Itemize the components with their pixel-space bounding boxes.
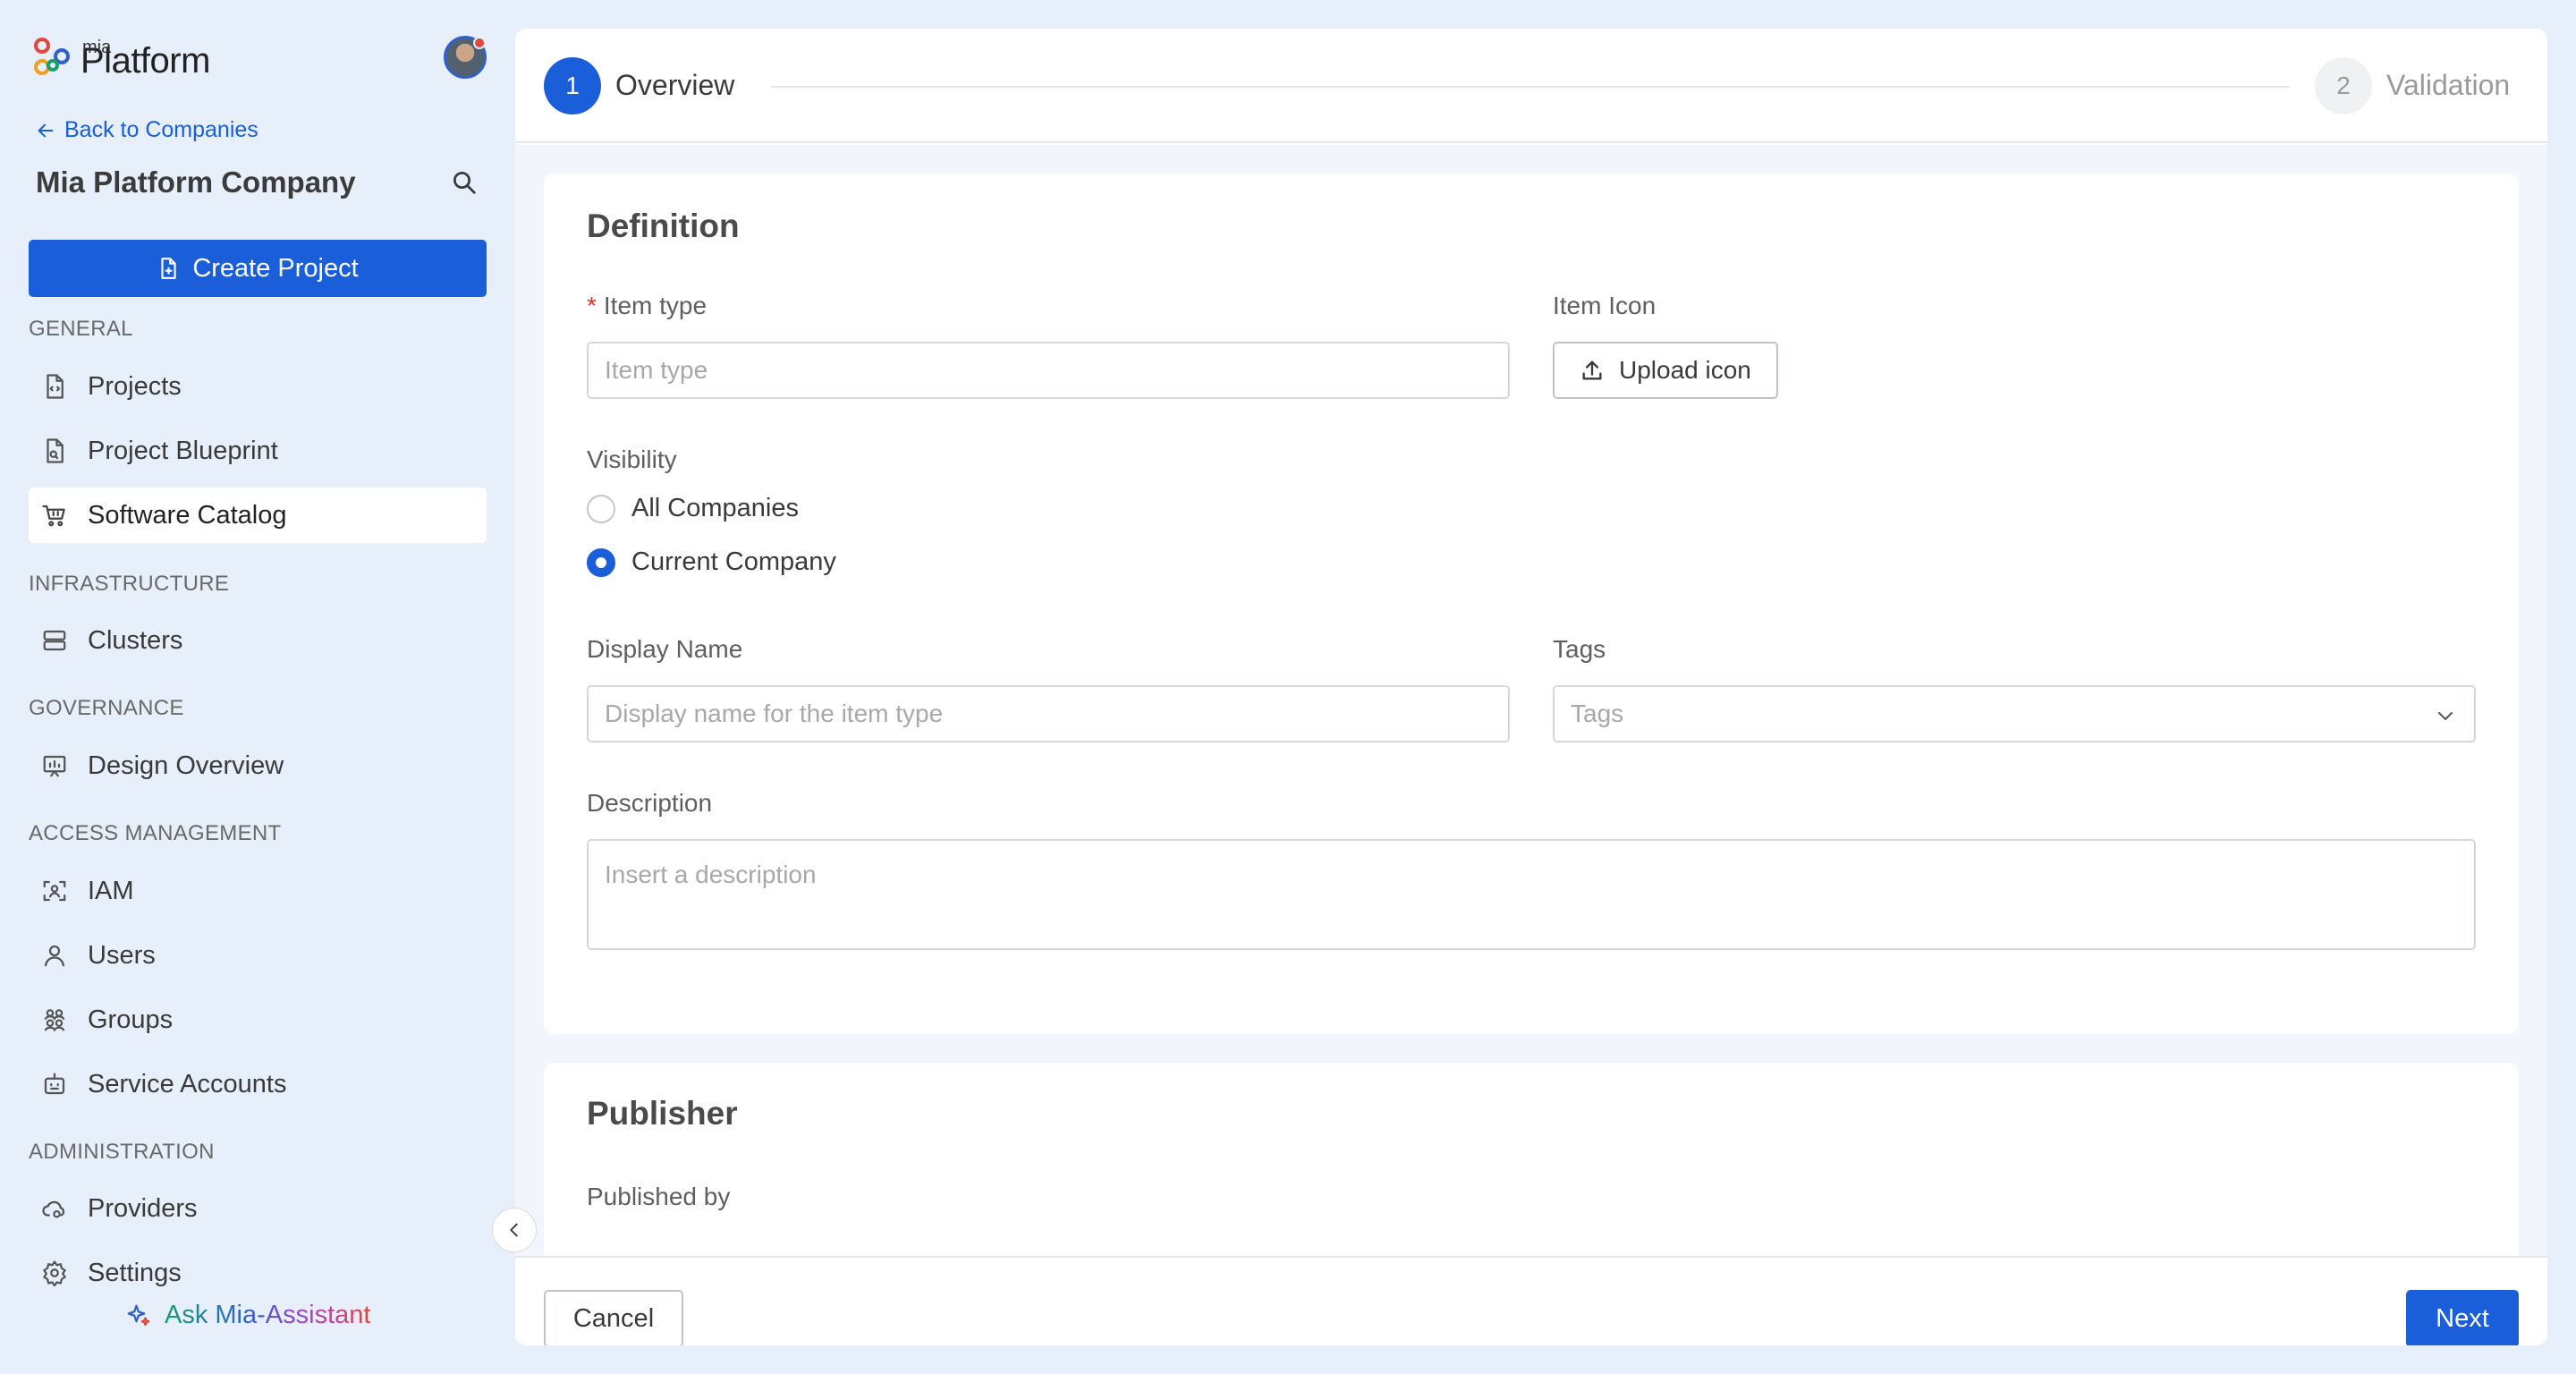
main-panel: 1 Overview 2 Validation Definition * Item… (515, 29, 2547, 1345)
nav-label: Design Overview (88, 751, 284, 780)
chevron-down-icon (2438, 712, 2453, 720)
group-icon (44, 1009, 65, 1032)
sidebar-item-iam[interactable]: IAM (29, 863, 487, 919)
step-1-circle: 1 (544, 57, 601, 114)
sidebar: mia Platform Back to Companies Mia Platf… (0, 0, 513, 1374)
radio-all-companies[interactable]: All Companies (587, 494, 799, 523)
nav-label: Clusters (88, 625, 183, 655)
radio-checked[interactable] (587, 547, 615, 577)
sidebar-item-providers[interactable]: Providers (29, 1181, 487, 1236)
sidebar-item-project-blueprint[interactable]: Project Blueprint (29, 423, 487, 479)
publisher-title: Publisher (587, 1095, 738, 1132)
chevron-left-icon (510, 1223, 518, 1237)
visibility-label: Visibility (587, 445, 677, 473)
radio-current-company[interactable]: Current Company (587, 547, 836, 577)
item-type-label: * Item type (587, 292, 708, 319)
user-avatar[interactable] (444, 36, 487, 79)
create-project-label: Create Project (192, 253, 359, 283)
cloud-gear-icon (42, 1200, 65, 1218)
server-icon (43, 630, 66, 651)
collapse-sidebar-button[interactable] (492, 1208, 537, 1252)
nav-label: Projects (88, 371, 182, 401)
notification-dot (473, 37, 486, 49)
description-label: Description (587, 789, 713, 817)
nav-label: Providers (88, 1193, 198, 1223)
logo-small-text: mia (82, 38, 112, 57)
face-scan-icon (43, 880, 66, 902)
sidebar-item-projects[interactable]: Projects (29, 359, 487, 414)
back-to-companies-link[interactable]: Back to Companies (36, 117, 258, 143)
display-name-label: Display Name (587, 635, 743, 663)
form-content[interactable]: Definition * Item type Item type Item Ico… (515, 145, 2547, 1256)
robot-icon (44, 1073, 65, 1095)
cart-icon (42, 505, 65, 527)
upload-icon-button[interactable]: Upload icon (1553, 342, 1778, 399)
required-asterisk: * (587, 292, 597, 319)
nav-label: Settings (88, 1258, 182, 1287)
presentation-chart-icon (43, 755, 66, 777)
user-icon (44, 945, 65, 967)
gear-icon (43, 1260, 66, 1286)
section-governance: GOVERNANCE (29, 696, 184, 720)
nav-label: IAM (88, 876, 134, 905)
radio-label: All Companies (631, 494, 799, 522)
section-general: GENERAL (29, 317, 133, 341)
radio-label: Current Company (631, 547, 836, 576)
definition-title: Definition (587, 208, 740, 244)
sidebar-item-design-overview[interactable]: Design Overview (29, 738, 487, 793)
sidebar-item-groups[interactable]: Groups (29, 992, 487, 1047)
code-file-icon (47, 374, 64, 399)
ask-mia-assistant-button[interactable]: Ask Mia-Assistant (125, 1301, 370, 1330)
search-icon[interactable] (451, 169, 478, 196)
step-connector (771, 86, 2290, 88)
nav-label: Groups (88, 1005, 174, 1034)
stepper: 1 Overview 2 Validation (515, 29, 2547, 143)
sidebar-item-software-catalog[interactable]: Software Catalog (29, 488, 487, 543)
tags-label: Tags (1553, 635, 1606, 663)
definition-card: Definition * Item type Item type Item Ico… (544, 174, 2519, 1034)
ask-assistant-label: Ask Mia-Assistant (165, 1301, 371, 1329)
tags-placeholder: Tags (1571, 700, 1624, 727)
nav-label: Software Catalog (88, 500, 287, 530)
sparkle-icon (127, 1304, 150, 1326)
next-button[interactable]: Next (2406, 1290, 2519, 1345)
mia-platform-logo[interactable]: mia Platform (34, 36, 210, 79)
cancel-button[interactable]: Cancel (544, 1290, 683, 1345)
upload-icon-label: Upload icon (1619, 356, 1751, 384)
sidebar-item-clusters[interactable]: Clusters (29, 613, 487, 668)
section-access-management: ACCESS MANAGEMENT (29, 821, 282, 845)
step-1-label: Overview (615, 69, 735, 101)
company-name: Mia Platform Company (36, 165, 356, 199)
upload-icon (1582, 360, 1602, 380)
nav-label: Service Accounts (88, 1069, 287, 1098)
create-project-button[interactable]: Create Project (29, 240, 487, 297)
sidebar-item-users[interactable]: Users (29, 928, 487, 983)
blueprint-file-icon (47, 438, 64, 463)
sidebar-item-settings[interactable]: Settings (29, 1245, 487, 1301)
logo-icon (34, 36, 73, 79)
item-type-input[interactable]: Item type (587, 342, 1510, 399)
radio-unchecked[interactable] (587, 494, 615, 523)
back-link-label: Back to Companies (64, 117, 258, 142)
file-add-icon (161, 258, 176, 279)
nav-label: Users (88, 940, 156, 970)
arrow-left-icon (38, 123, 54, 137)
section-infrastructure: INFRASTRUCTURE (29, 572, 230, 596)
step-2-circle: 2 (2315, 57, 2372, 114)
form-footer: Cancel Next (515, 1256, 2547, 1345)
item-icon-label: Item Icon (1553, 292, 1657, 319)
sidebar-item-service-accounts[interactable]: Service Accounts (29, 1056, 487, 1112)
publisher-card: Publisher Published by (544, 1063, 2519, 1256)
display-name-input[interactable]: Display name for the item type (587, 685, 1510, 742)
description-textarea[interactable]: Insert a description (587, 839, 2476, 950)
section-administration: ADMINISTRATION (29, 1140, 215, 1164)
step-2-label: Validation (2386, 69, 2511, 101)
nav-label: Project Blueprint (88, 436, 278, 465)
published-by-label: Published by (587, 1183, 731, 1210)
tags-select[interactable]: Tags (1553, 685, 2476, 742)
